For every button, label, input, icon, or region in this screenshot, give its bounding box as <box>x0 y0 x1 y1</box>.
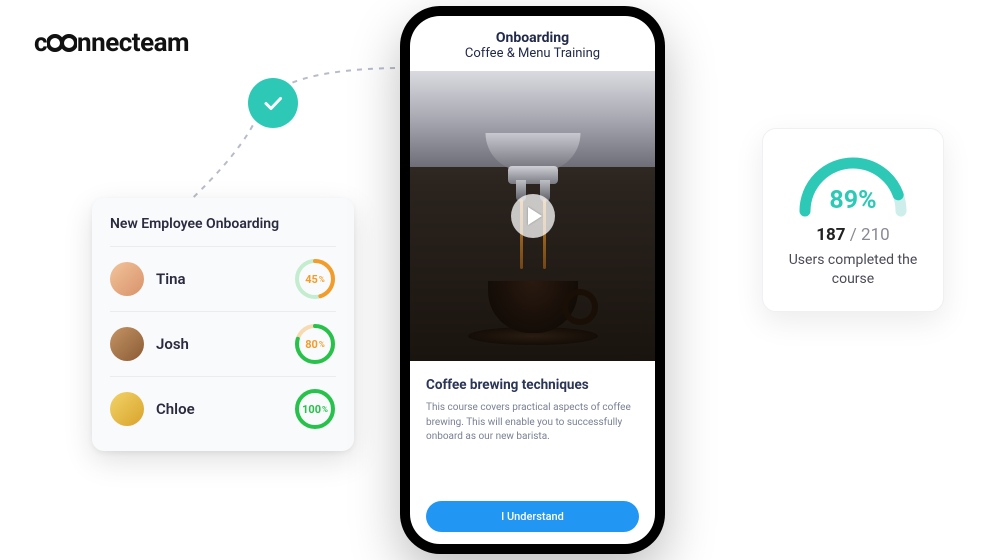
phone-mockup: Onboarding Coffee & Menu Training Coffee… <box>400 6 665 554</box>
employee-row[interactable]: Josh 80% <box>110 311 336 376</box>
avatar <box>110 392 144 426</box>
course-header: Onboarding Coffee & Menu Training <box>410 16 655 71</box>
phone-screen: Onboarding Coffee & Menu Training Coffee… <box>410 16 655 544</box>
employee-onboarding-card: New Employee Onboarding Tina 45% Josh 80… <box>92 198 354 451</box>
course-category: Onboarding <box>420 30 645 46</box>
completion-gauge: 89% <box>793 149 913 219</box>
employee-card-title: New Employee Onboarding <box>110 216 336 232</box>
brand-name-tail: nnecteam <box>77 28 189 58</box>
employee-row[interactable]: Tina 45% <box>110 246 336 311</box>
completion-count: 187 / 210 <box>779 225 927 245</box>
check-icon <box>261 91 285 115</box>
employee-row[interactable]: Chloe 100% <box>110 376 336 441</box>
course-description: This course covers practical aspects of … <box>426 401 639 491</box>
understand-button[interactable]: I Understand <box>426 501 639 532</box>
employee-name: Josh <box>156 335 294 353</box>
course-body: Coffee brewing techniques This course co… <box>410 361 655 544</box>
employee-name: Chloe <box>156 400 294 418</box>
checkmark-badge <box>248 78 298 128</box>
completion-percent: 89% <box>793 186 913 215</box>
avatar <box>110 327 144 361</box>
course-title: Coffee brewing techniques <box>426 377 639 393</box>
completion-subtitle: Users completed the course <box>779 251 927 289</box>
avatar <box>110 262 144 296</box>
brand-logo: cnnecteam <box>34 28 189 58</box>
employee-name: Tina <box>156 270 294 288</box>
progress-ring: 80% <box>294 323 336 365</box>
completion-card: 89% 187 / 210 Users completed the course <box>762 128 944 312</box>
play-icon[interactable] <box>511 194 555 238</box>
course-subtitle: Coffee & Menu Training <box>420 46 645 61</box>
progress-ring: 45% <box>294 258 336 300</box>
course-video[interactable] <box>410 71 655 361</box>
progress-ring: 100% <box>294 388 336 430</box>
